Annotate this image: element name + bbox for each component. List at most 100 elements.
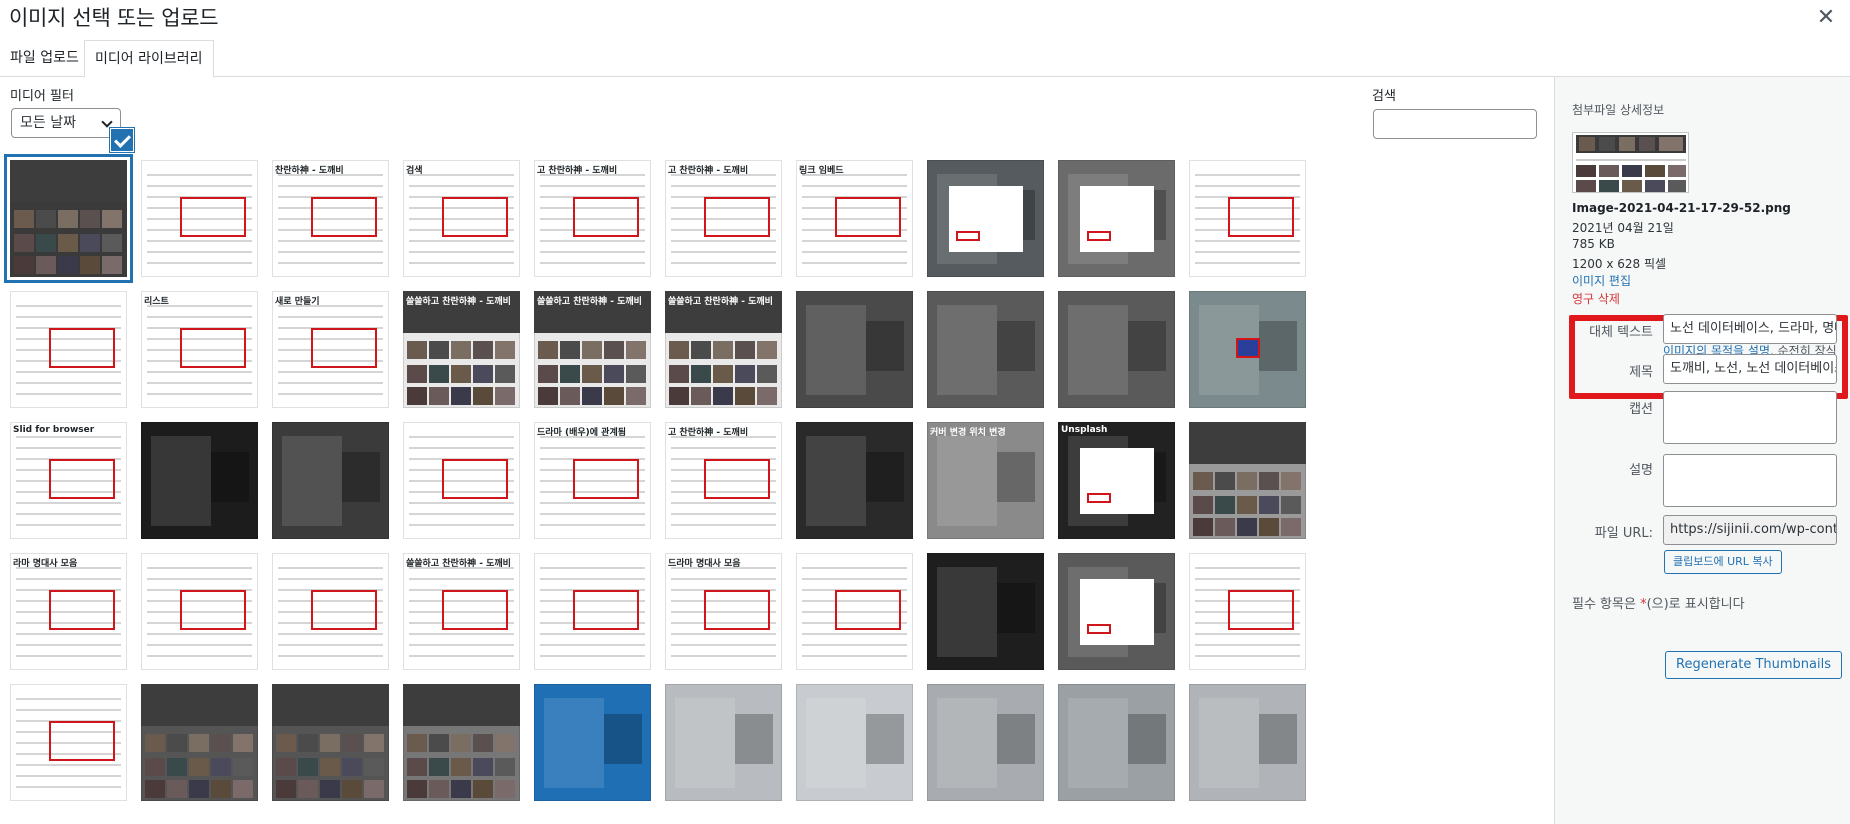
attachment-thumbnail[interactable] <box>1189 422 1306 539</box>
thumbnail-image <box>16 305 121 395</box>
attachment-thumbnail[interactable] <box>1058 553 1175 670</box>
attachment-thumbnail[interactable]: 쓸쓸하고 찬란하神 - 도깨비 <box>403 553 520 670</box>
chevron-down-icon <box>101 116 113 128</box>
thumbnail-image <box>534 291 651 405</box>
attachment-thumbnail[interactable] <box>141 553 258 670</box>
close-icon[interactable]: ✕ <box>1812 4 1840 32</box>
selected-check-icon[interactable] <box>110 128 134 152</box>
attachment-thumbnail[interactable] <box>10 291 127 408</box>
attachment-thumbnail[interactable] <box>272 553 389 670</box>
attachment-thumbnail[interactable]: 찬란하神 - 도깨비 <box>272 160 389 277</box>
thumbnail-caption: Slid for browser <box>13 425 95 435</box>
thumbnail-caption: 쓸쓸하고 찬란하神 - 도깨비 <box>668 297 773 307</box>
attachment-thumbnail[interactable]: 링크 임베드 <box>796 160 913 277</box>
search-input[interactable] <box>1373 109 1537 139</box>
title-input[interactable]: 도깨비, 노선, 노선 데이터베이스 <box>1663 354 1837 384</box>
attachment-thumbnail[interactable] <box>927 291 1044 408</box>
date-filter-value: 모든 날짜 <box>20 115 76 131</box>
thumbnail-image <box>278 174 383 264</box>
thumbnail-image <box>937 698 1035 788</box>
thumbnail-image <box>937 174 1035 264</box>
attachment-thumbnail[interactable] <box>10 160 127 277</box>
attachment-thumbnail[interactable]: 쓸쓸하고 찬란하神 - 도깨비 <box>534 291 651 408</box>
edit-image-link[interactable]: 이미지 편집 <box>1572 272 1631 289</box>
attachment-thumbnail[interactable] <box>1189 291 1306 408</box>
thumbnail-image <box>1068 567 1166 657</box>
attachment-thumbnail[interactable] <box>665 684 782 801</box>
attachment-thumbnail[interactable]: 쓸쓸하고 찬란하神 - 도깨비 <box>403 291 520 408</box>
attachment-thumbnail[interactable] <box>10 684 127 801</box>
attachment-thumbnail[interactable] <box>403 684 520 801</box>
delete-permanently-link[interactable]: 영구 삭제 <box>1572 290 1620 307</box>
tab-media-library[interactable]: 미디어 라이브러리 <box>84 40 214 78</box>
thumbnail-caption: 고 찬란하神 - 도깨비 <box>537 166 618 176</box>
thumbnail-caption: 커버 변경 위치 변경 <box>930 428 1006 438</box>
thumbnail-image <box>1195 174 1300 264</box>
attachment-thumbnail[interactable] <box>1058 684 1175 801</box>
attachment-thumbnail[interactable]: 고 찬란하神 - 도깨비 <box>665 160 782 277</box>
attachment-thumbnail[interactable]: 커버 변경 위치 변경 <box>927 422 1044 539</box>
attachment-thumbnail[interactable] <box>534 553 651 670</box>
attachment-thumbnail[interactable] <box>1189 553 1306 670</box>
attachment-thumbnail[interactable] <box>272 684 389 801</box>
attachment-thumbnail[interactable]: 검색 <box>403 160 520 277</box>
caption-textarea[interactable] <box>1663 391 1837 444</box>
attachment-thumbnail[interactable]: 드라마 (배우)에 관계됨 <box>534 422 651 539</box>
required-prefix: 필수 항목은 <box>1572 597 1641 612</box>
thumbnail-image <box>278 567 383 657</box>
attachment-thumbnail[interactable]: 새로 만들기 <box>272 291 389 408</box>
attachment-thumbnail[interactable] <box>927 160 1044 277</box>
thumbnail-caption: 쓸쓸하고 찬란하神 - 도깨비 <box>406 559 511 569</box>
attachment-size: 785 KB <box>1572 237 1615 251</box>
attachment-thumbnail[interactable]: 라마 명대사 모음 <box>10 553 127 670</box>
attachment-thumbnail[interactable] <box>141 160 258 277</box>
thumbnail-image <box>937 436 1035 526</box>
attachment-filename: Image-2021-04-21-17-29-52.png <box>1572 201 1791 215</box>
attachment-thumbnail[interactable] <box>1189 684 1306 801</box>
tab-file-upload[interactable]: 파일 업로드 <box>0 40 89 77</box>
attachment-thumbnail[interactable] <box>927 684 1044 801</box>
description-textarea[interactable] <box>1663 454 1837 507</box>
attachment-thumbnail[interactable]: 리스트 <box>141 291 258 408</box>
attachment-thumbnail[interactable]: 쓸쓸하고 찬란하神 - 도깨비 <box>665 291 782 408</box>
copy-url-button[interactable]: 클립보드에 URL 복사 <box>1664 550 1782 574</box>
attachment-thumbnail[interactable]: Unsplash <box>1058 422 1175 539</box>
thumbnail-image <box>141 684 258 798</box>
attachment-thumbnail[interactable] <box>403 422 520 539</box>
attachment-thumbnail[interactable] <box>1189 160 1306 277</box>
thumbnail-image <box>544 698 642 788</box>
file-url-input[interactable]: https://sijinii.com/wp-content/uploads/2… <box>1663 515 1837 545</box>
thumbnail-image <box>409 174 514 264</box>
attachment-thumbnail[interactable] <box>796 684 913 801</box>
thumbnail-image <box>1068 174 1166 264</box>
date-filter-select[interactable]: 모든 날짜 <box>11 108 121 138</box>
thumbnail-caption: 쓸쓸하고 찬란하神 - 도깨비 <box>406 297 511 307</box>
attachment-thumbnail[interactable] <box>796 422 913 539</box>
attachment-thumbnail[interactable] <box>927 553 1044 670</box>
attachment-thumbnail[interactable] <box>796 553 913 670</box>
attachment-thumbnail[interactable]: 고 찬란하神 - 도깨비 <box>665 422 782 539</box>
attachment-thumbnail[interactable] <box>796 291 913 408</box>
alt-text-label: 대체 텍스트 <box>1589 325 1653 340</box>
attachment-thumbnail[interactable] <box>141 422 258 539</box>
thumbnail-image <box>409 567 514 657</box>
regenerate-thumbnails-button[interactable]: Regenerate Thumbnails <box>1665 651 1843 679</box>
attachment-thumbnail[interactable] <box>1058 291 1175 408</box>
description-label: 설명 <box>1629 463 1653 478</box>
file-url-label: 파일 URL: <box>1594 526 1653 541</box>
attachment-thumbnail[interactable]: Slid for browser <box>10 422 127 539</box>
attachment-thumbnail[interactable] <box>272 422 389 539</box>
caption-label: 캡션 <box>1629 402 1653 417</box>
attachment-thumbnail[interactable]: 고 찬란하神 - 도깨비 <box>534 160 651 277</box>
thumbnail-image <box>675 698 773 788</box>
search-label: 검색 <box>1372 89 1396 104</box>
attachment-thumbnail[interactable] <box>141 684 258 801</box>
tab-bar: 파일 업로드 미디어 라이브러리 <box>0 40 1850 78</box>
attachment-thumbnail[interactable]: 드라마 명대사 모음 <box>665 553 782 670</box>
attachment-thumbnail[interactable] <box>534 684 651 801</box>
thumbnail-image <box>806 305 904 395</box>
attachment-thumbnail[interactable] <box>1058 160 1175 277</box>
thumbnail-image <box>540 436 645 526</box>
alt-text-input[interactable]: 노선 데이터베이스, 드라마, 명대사 <box>1663 314 1837 344</box>
title-label: 제목 <box>1629 365 1653 380</box>
